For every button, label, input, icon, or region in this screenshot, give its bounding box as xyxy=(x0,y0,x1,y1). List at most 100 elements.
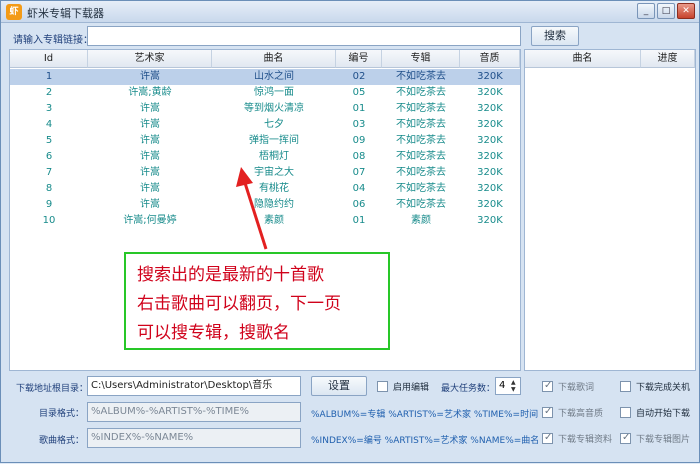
table-row[interactable]: 4 许嵩 七夕 03 不如吃茶去 320K xyxy=(10,117,520,133)
dir-format-hint: %ALBUM%=专辑 %ARTIST%=艺术家 %TIME%=时间 xyxy=(311,410,539,420)
cell-song: 惊鸿一面 xyxy=(254,87,294,98)
column-header-album[interactable]: 专辑 xyxy=(382,50,460,68)
max-tasks-spinner[interactable]: 4 ▲ ▼ xyxy=(495,377,521,395)
cell-album: 不如吃茶去 xyxy=(396,103,446,114)
cell-album: 不如吃茶去 xyxy=(396,183,446,194)
album-link-input[interactable] xyxy=(87,26,521,46)
column-header-quality[interactable]: 音质 xyxy=(460,50,520,68)
checkbox-box[interactable] xyxy=(377,381,388,392)
cell-artist: 许嵩 xyxy=(140,135,160,146)
table-row[interactable]: 3 许嵩 等到烟火清凉 01 不如吃茶去 320K xyxy=(10,101,520,117)
search-button[interactable]: 搜索 xyxy=(531,26,579,46)
auto-start-checkbox[interactable]: 自动开始下载 xyxy=(620,406,690,419)
download-dir-input[interactable]: C:\Users\Administrator\Desktop\音乐 xyxy=(87,376,301,396)
cell-id: 4 xyxy=(45,119,53,130)
dir-format-input[interactable]: %ALBUM%-%ARTIST%-%TIME% xyxy=(87,402,301,422)
song-format-hint: %INDEX%=编号 %ARTIST%=艺术家 %NAME%=曲名 xyxy=(311,436,540,446)
cell-song: 宇宙之大 xyxy=(254,167,294,178)
cell-song: 素颜 xyxy=(264,215,284,226)
download-lyrics-checkbox[interactable]: 下载歌词 xyxy=(542,380,594,393)
checkbox-box[interactable] xyxy=(620,432,631,444)
cell-quality: 320K xyxy=(477,119,503,130)
cell-id: 1 xyxy=(45,71,53,82)
checkbox-box[interactable] xyxy=(620,381,631,392)
cell-artist: 许嵩 xyxy=(140,199,160,210)
cell-artist: 许嵩 xyxy=(140,167,160,178)
cell-artist: 许嵩;何曼婷 xyxy=(123,215,177,226)
table-row[interactable]: 8 许嵩 有桃花 04 不如吃茶去 320K xyxy=(10,181,520,197)
max-tasks-label: 最大任务数： xyxy=(441,384,496,394)
cell-id: 10 xyxy=(42,215,56,226)
enable-edit-checkbox[interactable]: 启用编辑 xyxy=(377,380,429,393)
maximize-button[interactable]: □ xyxy=(657,3,675,19)
column-header-number[interactable]: 编号 xyxy=(336,50,382,68)
cell-quality: 320K xyxy=(477,199,503,210)
cell-id: 6 xyxy=(45,151,53,162)
cell-artist: 许嵩 xyxy=(140,103,160,114)
cell-quality: 320K xyxy=(477,183,503,194)
table-row[interactable]: 10 许嵩;何曼婷 素颜 01 素颜 320K xyxy=(10,213,520,229)
table-row[interactable]: 6 许嵩 梧桐灯 08 不如吃茶去 320K xyxy=(10,149,520,165)
song-format-input[interactable]: %INDEX%-%NAME% xyxy=(87,428,301,448)
hq-label: 下载高音质 xyxy=(558,409,604,419)
album-cover-label: 下载专辑图片 xyxy=(636,435,691,445)
cell-id: 5 xyxy=(45,135,53,146)
checkbox-box[interactable] xyxy=(542,406,553,418)
queue-header-progress[interactable]: 进度 xyxy=(641,50,695,68)
album-info-checkbox[interactable]: 下载专辑资料 xyxy=(542,432,612,445)
cell-id: 3 xyxy=(45,103,53,114)
cell-artist: 许嵩 xyxy=(140,151,160,162)
annotation-line-3: 可以搜专辑，搜歌名 xyxy=(137,323,290,343)
cell-number: 09 xyxy=(352,135,366,146)
cell-number: 04 xyxy=(352,183,366,194)
checkbox-box[interactable] xyxy=(542,432,553,444)
cell-album: 不如吃茶去 xyxy=(396,71,446,82)
annotation-line-1: 搜索出的是最新的十首歌 xyxy=(137,265,324,285)
cell-song: 有桃花 xyxy=(259,183,289,194)
cell-id: 8 xyxy=(45,183,53,194)
download-queue-table[interactable]: 曲名 进度 xyxy=(524,49,696,371)
cell-song: 弹指一挥间 xyxy=(249,135,299,146)
dir-format-label: 目录格式： xyxy=(39,409,85,419)
close-button[interactable]: ✕ xyxy=(677,3,695,19)
song-format-label: 歌曲格式： xyxy=(39,436,85,446)
cell-number: 06 xyxy=(352,199,366,210)
hq-checkbox[interactable]: 下载高音质 xyxy=(542,406,603,419)
table-row[interactable]: 5 许嵩 弹指一挥间 09 不如吃茶去 320K xyxy=(10,133,520,149)
table-row[interactable]: 2 许嵩;黄龄 惊鸿一面 05 不如吃茶去 320K xyxy=(10,85,520,101)
enable-edit-label: 启用编辑 xyxy=(393,383,430,393)
minimize-button[interactable]: _ xyxy=(637,3,655,19)
column-header-artist[interactable]: 艺术家 xyxy=(88,50,212,68)
cell-album: 不如吃茶去 xyxy=(396,135,446,146)
spinner-arrows-icon[interactable]: ▲ ▼ xyxy=(511,379,519,393)
max-tasks-value: 4 xyxy=(499,380,506,391)
cell-quality: 320K xyxy=(477,215,503,226)
column-header-song[interactable]: 曲名 xyxy=(212,50,336,68)
cell-song: 山水之间 xyxy=(254,71,294,82)
table-row[interactable]: 1 许嵩 山水之间 02 不如吃茶去 320K xyxy=(10,69,520,85)
cell-quality: 320K xyxy=(477,71,503,82)
queue-header-song[interactable]: 曲名 xyxy=(525,50,641,68)
album-info-label: 下载专辑资料 xyxy=(558,435,613,445)
cell-id: 7 xyxy=(45,167,53,178)
checkbox-box[interactable] xyxy=(620,407,631,418)
cell-artist: 许嵩 xyxy=(140,183,160,194)
column-header-id[interactable]: Id xyxy=(10,50,88,68)
album-cover-checkbox[interactable]: 下载专辑图片 xyxy=(620,432,690,445)
cell-album: 素颜 xyxy=(411,215,431,226)
cell-artist: 许嵩 xyxy=(140,71,160,82)
cell-number: 01 xyxy=(352,103,366,114)
table-row[interactable]: 7 许嵩 宇宙之大 07 不如吃茶去 320K xyxy=(10,165,520,181)
set-dir-button[interactable]: 设置 xyxy=(311,376,367,396)
annotation-line-2: 右击歌曲可以翻页，下一页 xyxy=(137,294,341,314)
cell-album: 不如吃茶去 xyxy=(396,199,446,210)
cell-number: 07 xyxy=(352,167,366,178)
checkbox-box[interactable] xyxy=(542,380,553,392)
cell-album: 不如吃茶去 xyxy=(396,87,446,98)
table-row[interactable]: 9 许嵩 隐隐约约 06 不如吃茶去 320K xyxy=(10,197,520,213)
cell-quality: 320K xyxy=(477,103,503,114)
app-window: 虾 虾米专辑下载器 _ □ ✕ 请输入专辑链接： 搜索 Id 艺术家 曲名 编号… xyxy=(0,0,700,463)
album-link-label: 请输入专辑链接： xyxy=(13,35,93,46)
shutdown-checkbox[interactable]: 下载完成关机 xyxy=(620,380,690,393)
cell-album: 不如吃茶去 xyxy=(396,167,446,178)
